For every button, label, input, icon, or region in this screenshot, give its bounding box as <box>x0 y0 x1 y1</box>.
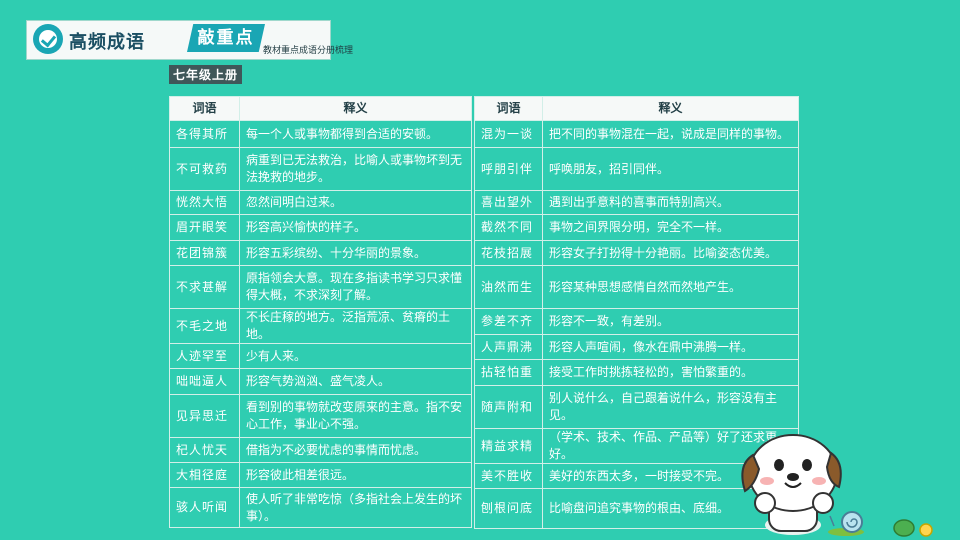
idiom-word: 呼朋引伴 <box>474 147 543 191</box>
table-row: 不毛之地 不长庄稼的地方。泛指荒凉、贫瘠的土地。 <box>169 308 472 344</box>
idiom-word: 咄咄逼人 <box>169 368 240 395</box>
table-row: 杞人忧天 借指为不必要忧虑的事情而忧虑。 <box>169 437 472 463</box>
idiom-word: 美不胜收 <box>474 463 543 489</box>
idiom-meaning: 形容某种思想感情自然而然地产生。 <box>542 265 799 309</box>
page-title: 高频成语 <box>69 32 145 53</box>
idiom-meaning: 形容不一致，有差别。 <box>542 308 799 335</box>
idiom-meaning: 原指领会大意。现在多指读书学习只求懂得大概，不求深刻了解。 <box>239 265 472 309</box>
table-row: 截然不同 事物之间界限分明，完全不一样。 <box>474 214 799 241</box>
idiom-word: 不求甚解 <box>169 265 240 309</box>
idiom-word: 人迹罕至 <box>169 343 240 369</box>
column-header-meaning: 释义 <box>239 96 472 121</box>
idiom-word: 见异思迁 <box>169 394 240 438</box>
table-row: 呼朋引伴 呼唤朋友，招引同伴。 <box>474 147 799 191</box>
idiom-word: 各得其所 <box>169 120 240 148</box>
table-row: 花枝招展 形容女子打扮得十分艳丽。比喻姿态优美。 <box>474 240 799 266</box>
idiom-word: 喜出望外 <box>474 190 543 215</box>
table-row: 人声鼎沸 形容人声喧闹，像水在鼎中沸腾一样。 <box>474 334 799 360</box>
table-row: 眉开眼笑 形容高兴愉快的样子。 <box>169 214 472 241</box>
idiom-word: 眉开眼笑 <box>169 214 240 241</box>
key-point-tag: 敲重点 <box>187 24 265 52</box>
idiom-meaning: 不长庄稼的地方。泛指荒凉、贫瘠的土地。 <box>239 308 472 344</box>
idiom-meaning: 遇到出乎意料的喜事而特别高兴。 <box>542 190 799 215</box>
idiom-meaning: 形容高兴愉快的样子。 <box>239 214 472 241</box>
idiom-meaning: 形容五彩缤纷、十分华丽的景象。 <box>239 240 472 266</box>
idiom-meaning: 形容人声喧闹，像水在鼎中沸腾一样。 <box>542 334 799 360</box>
idiom-table-left: 词语 释义 各得其所 每一个人或事物都得到合适的安顿。 不可救药 病重到已无法救治，… <box>169 96 472 528</box>
idiom-meaning: 形容彼此相差很远。 <box>239 462 472 488</box>
idiom-word: 拈轻怕重 <box>474 359 543 386</box>
idiom-word: 参差不齐 <box>474 308 543 335</box>
idiom-word: 截然不同 <box>474 214 543 241</box>
table-row: 参差不齐 形容不一致，有差别。 <box>474 308 799 335</box>
idiom-word: 混为一谈 <box>474 120 543 148</box>
idiom-word: 杞人忧天 <box>169 437 240 463</box>
idiom-word: 恍然大悟 <box>169 190 240 215</box>
idiom-meaning: 每一个人或事物都得到合适的安顿。 <box>239 120 472 148</box>
table-row: 花团锦簇 形容五彩缤纷、十分华丽的景象。 <box>169 240 472 266</box>
idiom-word: 骇人听闻 <box>169 487 240 528</box>
idiom-meaning: 接受工作时挑拣轻松的，害怕繁重的。 <box>542 359 799 386</box>
table-row: 恍然大悟 忽然间明白过来。 <box>169 190 472 215</box>
idiom-meaning: 看到别的事物就改变原来的主意。指不安心工作，事业心不强。 <box>239 394 472 438</box>
idiom-meaning: 形容女子打扮得十分艳丽。比喻姿态优美。 <box>542 240 799 266</box>
table-row: 随声附和 别人说什么，自己跟着说什么，形容没有主见。 <box>474 385 799 429</box>
idiom-meaning: 使人听了非常吃惊（多指社会上发生的坏事）。 <box>239 487 472 528</box>
idiom-meaning: 忽然间明白过来。 <box>239 190 472 215</box>
column-header-meaning: 释义 <box>542 96 799 121</box>
table-row: 大相径庭 形容彼此相差很远。 <box>169 462 472 488</box>
idiom-meaning: 把不同的事物混在一起，说成是同样的事物。 <box>542 120 799 148</box>
idiom-word: 花团锦簇 <box>169 240 240 266</box>
idiom-meaning: 形容气势汹汹、盛气凌人。 <box>239 368 472 395</box>
idiom-meaning: 呼唤朋友，招引同伴。 <box>542 147 799 191</box>
table-row: 骇人听闻 使人听了非常吃惊（多指社会上发生的坏事）。 <box>169 487 472 528</box>
table-row: 喜出望外 遇到出乎意料的喜事而特别高兴。 <box>474 190 799 215</box>
check-badge-icon <box>33 24 63 54</box>
grade-label: 七年级上册 <box>169 65 243 84</box>
idiom-word: 人声鼎沸 <box>474 334 543 360</box>
table-row: 油然而生 形容某种思想感情自然而然地产生。 <box>474 265 799 309</box>
idiom-word: 不毛之地 <box>169 308 240 344</box>
idiom-meaning: 借指为不必要忧虑的事情而忧虑。 <box>239 437 472 463</box>
column-header-word: 词语 <box>474 96 543 121</box>
snail-decoration-icon <box>828 511 933 537</box>
table-row: 不求甚解 原指领会大意。现在多指读书学习只求懂得大概，不求深刻了解。 <box>169 265 472 309</box>
idiom-word: 油然而生 <box>474 265 543 309</box>
table-row: 不可救药 病重到已无法救治，比喻人或事物坏到无法挽救的地步。 <box>169 147 472 191</box>
column-header-word: 词语 <box>169 96 240 121</box>
idiom-meaning: 病重到已无法救治，比喻人或事物坏到无法挽救的地步。 <box>239 147 472 191</box>
table-row: 见异思迁 看到别的事物就改变原来的主意。指不安心工作，事业心不强。 <box>169 394 472 438</box>
idiom-meaning: 少有人来。 <box>239 343 472 369</box>
table-row: 各得其所 每一个人或事物都得到合适的安顿。 <box>169 120 472 148</box>
idiom-meaning: 事物之间界限分明，完全不一样。 <box>542 214 799 241</box>
idiom-word: 大相径庭 <box>169 462 240 488</box>
table-row: 人迹罕至 少有人来。 <box>169 343 472 369</box>
idiom-word: 花枝招展 <box>474 240 543 266</box>
section-header: 高频成语 敲重点 教材重点成语分册梳理 <box>26 20 353 60</box>
header-subtitle: 教材重点成语分册梳理 <box>263 46 354 56</box>
idiom-word: 随声附和 <box>474 385 543 429</box>
table-row: 混为一谈 把不同的事物混在一起，说成是同样的事物。 <box>474 120 799 148</box>
table-row: 拈轻怕重 接受工作时挑拣轻松的，害怕繁重的。 <box>474 359 799 386</box>
idiom-word: 不可救药 <box>169 147 240 191</box>
idiom-meaning: 别人说什么，自己跟着说什么，形容没有主见。 <box>542 385 799 429</box>
idiom-word: 精益求精 <box>474 428 543 464</box>
table-row: 咄咄逼人 形容气势汹汹、盛气凌人。 <box>169 368 472 395</box>
idiom-word: 刨根问底 <box>474 488 543 529</box>
